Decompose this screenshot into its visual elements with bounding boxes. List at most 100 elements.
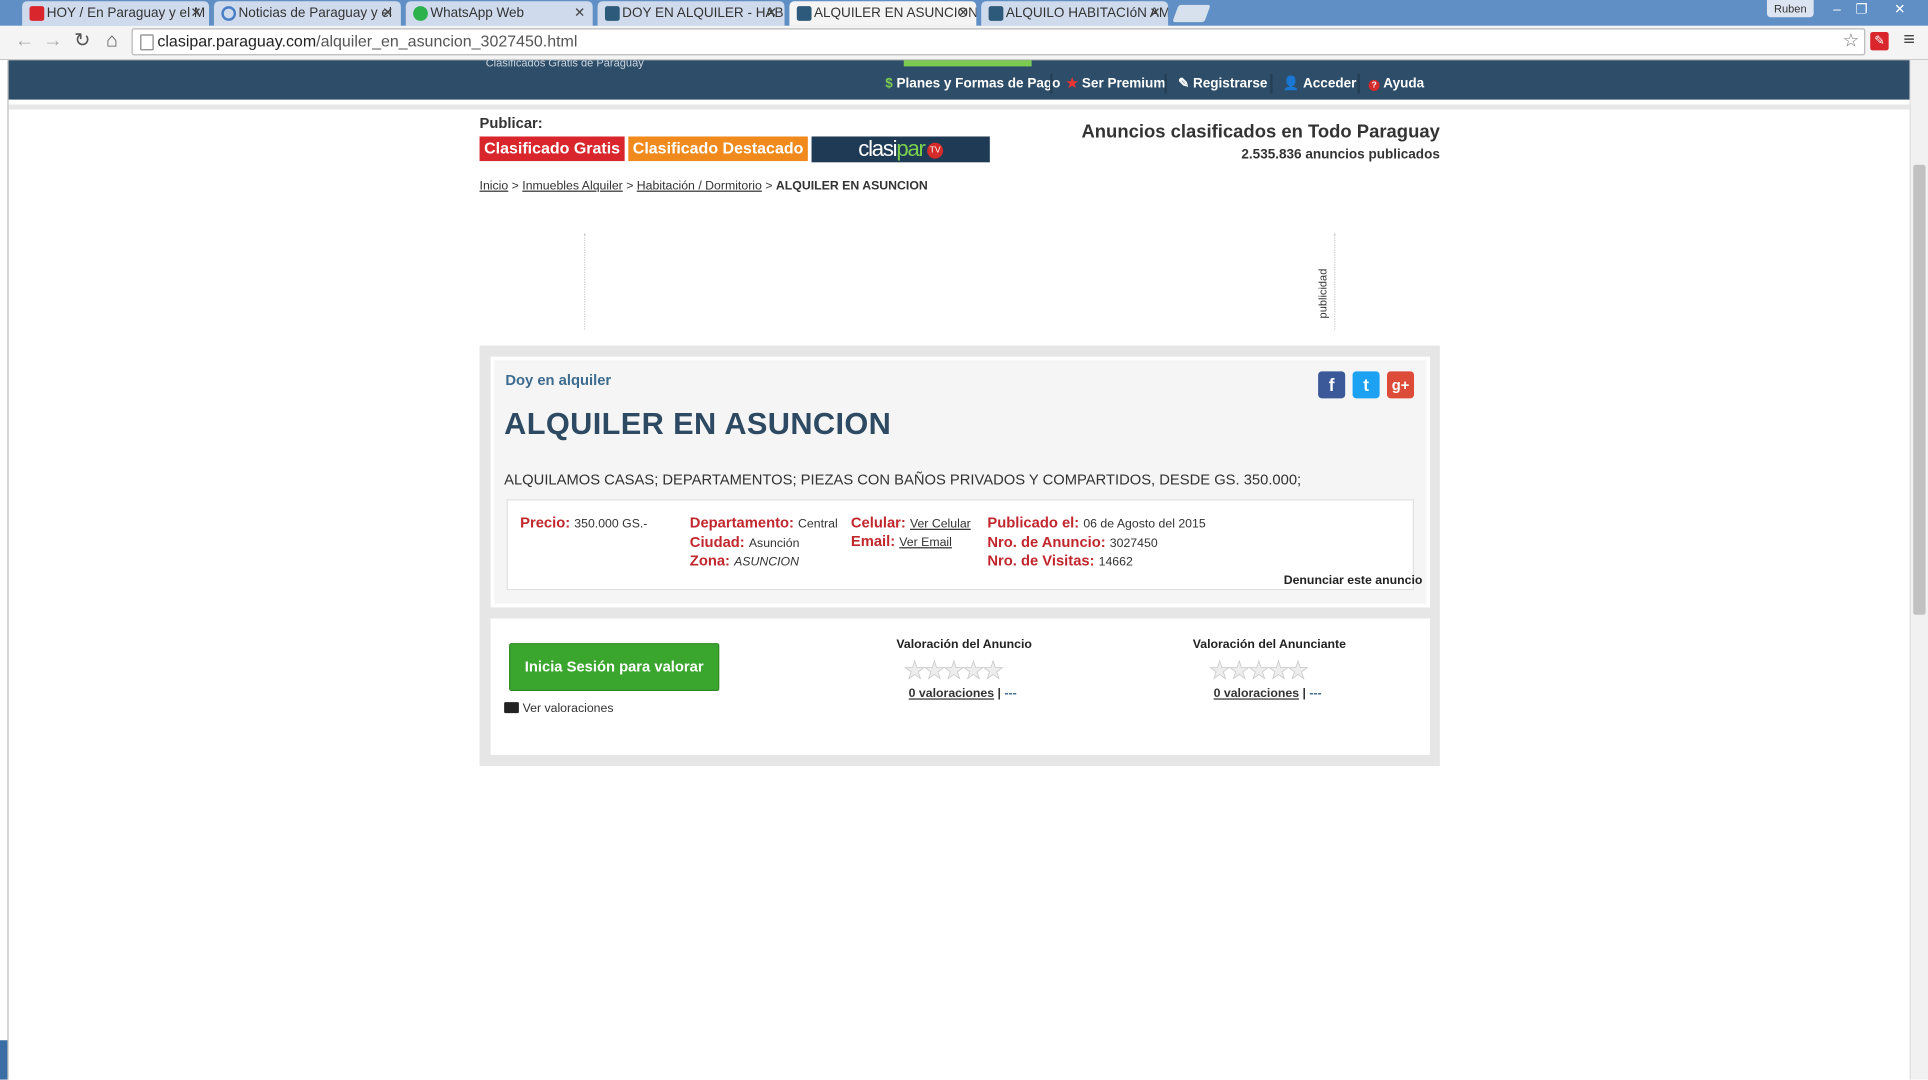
publicar-label: Publicar: xyxy=(479,114,543,132)
header-count: 2.535.836 anuncios publicados xyxy=(1241,147,1440,163)
tab-hoy[interactable]: HOY / En Paraguay y el M ✕ xyxy=(22,1,210,26)
user-icon: 👤 xyxy=(1282,76,1300,91)
breadcrumb-inmuebles[interactable]: Inmuebles Alquiler xyxy=(522,180,622,194)
anuncio-rating-title: Valoración del Anuncio xyxy=(896,638,1032,652)
login-to-rate-button[interactable]: Inicia Sesión para valorar xyxy=(509,643,720,692)
clasipar-icon xyxy=(988,6,1004,21)
close-icon[interactable]: ✕ xyxy=(574,1,585,26)
taskbar-edge xyxy=(0,1040,8,1080)
ver-celular-link[interactable]: Ver Celular xyxy=(910,518,971,532)
clasipar-tv-logo[interactable]: clasipar TV xyxy=(811,136,990,163)
precio-value: 350.000 GS.- xyxy=(574,517,648,532)
breadcrumb-sep: > xyxy=(511,179,519,194)
zona-value: ASUNCION xyxy=(734,555,800,570)
nav-ayuda[interactable]: ? Ayuda xyxy=(1368,74,1424,94)
address-bar[interactable]: clasipar.paraguay.com/alquiler_en_asunci… xyxy=(131,28,1866,56)
restore-icon[interactable]: ❐ xyxy=(1852,0,1872,20)
extension-icon[interactable]: ✎ xyxy=(1870,31,1889,51)
clasificado-gratis-button[interactable]: Clasificado Gratis xyxy=(479,136,625,162)
nav-acceder[interactable]: 👤 Acceder xyxy=(1282,74,1356,94)
home-icon[interactable]: ⌂ xyxy=(100,30,125,55)
celular-field: Celular: Ver Celular xyxy=(851,514,971,531)
nro-anuncio-value: 3027450 xyxy=(1109,537,1158,551)
nav-separator xyxy=(1270,73,1273,94)
nav-planes[interactable]: $ Planes y Formas de Pago xyxy=(885,74,1060,94)
precio-field: Precio: 350.000 GS.- xyxy=(520,514,647,531)
visitas-value: 14662 xyxy=(1098,555,1133,570)
departamento-value: Central xyxy=(798,517,838,532)
nav-registrarse[interactable]: ✎ Registrarse xyxy=(1178,74,1267,94)
visitas-field: Nro. de Visitas: 14662 xyxy=(987,552,1132,569)
reload-icon[interactable]: ↻ xyxy=(70,30,95,55)
nav-registrarse-label: Registrarse xyxy=(1192,76,1268,91)
anunciante-rating-dash: --- xyxy=(1309,687,1322,701)
close-window-icon[interactable]: ✕ xyxy=(1881,0,1918,20)
tab-alquiler-asuncion[interactable]: ALQUILER EN ASUNCION ✕ xyxy=(789,1,977,26)
breadcrumb-inicio[interactable]: Inicio xyxy=(480,180,509,194)
ver-valoraciones-label: Ver valoraciones xyxy=(522,702,614,716)
clasipar-icon xyxy=(604,6,620,21)
page-viewport: Clasificados Gratis de Paraguay $ Planes … xyxy=(0,57,1928,1080)
vertical-scrollbar[interactable] xyxy=(1909,60,1928,1080)
denunciar-link[interactable]: Denunciar este anuncio xyxy=(1284,574,1423,588)
close-icon[interactable]: ✕ xyxy=(958,1,969,26)
tab-doy-en-alquiler[interactable]: DOY EN ALQUILER - HABI ✕ xyxy=(597,1,785,26)
close-icon[interactable]: ✕ xyxy=(190,1,201,26)
ad-details xyxy=(506,499,1415,591)
anuncio-valoraciones-link[interactable]: 0 valoraciones xyxy=(909,687,994,701)
email-field: Email: Ver Email xyxy=(851,532,952,549)
minimize-icon[interactable]: – xyxy=(1827,0,1847,20)
ver-valoraciones-link[interactable]: Ver valoraciones xyxy=(504,702,613,716)
back-icon[interactable]: ← xyxy=(12,30,37,55)
facebook-icon[interactable]: f xyxy=(1318,371,1346,399)
tab-noticias[interactable]: Noticias de Paraguay y el ✕ xyxy=(213,1,401,26)
close-icon[interactable]: ✕ xyxy=(766,1,777,26)
page-icon xyxy=(140,34,154,51)
zona-field: Zona: ASUNCION xyxy=(690,552,799,569)
publicidad-label: publicidad xyxy=(1316,268,1330,319)
scrollbar-thumb[interactable] xyxy=(1913,164,1926,615)
ciudad-value: Asunción xyxy=(748,537,800,551)
menu-icon[interactable]: ≡ xyxy=(1903,30,1914,52)
tab-alquilo-habitacion[interactable]: ALQUILO HABITACIóN AM ✕ xyxy=(981,1,1169,26)
tab-label: WhatsApp Web xyxy=(430,6,525,21)
nav-planes-label: Planes y Formas de Pago xyxy=(896,76,1061,91)
clasificado-destacado-button[interactable]: Clasificado Destacado xyxy=(628,136,808,162)
breadcrumb-sep: > xyxy=(626,179,634,194)
ad-title: ALQUILER EN ASUNCION xyxy=(504,406,892,442)
tab-strip: HOY / En Paraguay y el M ✕ Noticias de P… xyxy=(0,0,1928,26)
publicado-label: Publicado el: xyxy=(987,513,1080,532)
nav-separator xyxy=(1357,73,1360,94)
tab-label: HOY / En Paraguay y el M xyxy=(46,6,206,21)
tab-label: DOY EN ALQUILER - HABI xyxy=(622,6,785,21)
nav-separator xyxy=(1164,73,1167,94)
ad-category[interactable]: Doy en alquiler xyxy=(505,371,611,388)
google-plus-icon[interactable]: g+ xyxy=(1386,371,1415,399)
anuncio-rating-count: 0 valoraciones | --- xyxy=(908,687,1017,701)
new-tab-button[interactable] xyxy=(1172,4,1211,23)
star-icon: ★ xyxy=(1066,76,1079,91)
anunciante-valoraciones-link[interactable]: 0 valoraciones xyxy=(1214,687,1299,701)
breadcrumb-current: ALQUILER EN ASUNCION xyxy=(775,179,928,194)
profile-button[interactable]: Ruben xyxy=(1766,0,1814,18)
dollar-icon: $ xyxy=(885,76,893,91)
anunciante-rating-count: 0 valoraciones | --- xyxy=(1213,687,1322,701)
tab-label: ALQUILER EN ASUNCION xyxy=(813,6,977,21)
ciudad-label: Ciudad: xyxy=(689,533,745,551)
twitter-icon[interactable]: t xyxy=(1352,371,1380,399)
hoy-icon xyxy=(29,6,45,21)
email-label: Email: xyxy=(850,532,896,550)
close-icon[interactable]: ✕ xyxy=(1149,1,1160,26)
ver-email-link[interactable]: Ver Email xyxy=(899,536,952,550)
tab-whatsapp[interactable]: WhatsApp Web ✕ xyxy=(405,1,593,26)
publicado-value: 06 de Agosto del 2015 xyxy=(1083,517,1206,532)
bookmark-star-icon[interactable]: ☆ xyxy=(1843,30,1860,55)
departamento-field: Departamento: Central xyxy=(690,514,838,531)
forward-icon[interactable]: → xyxy=(41,30,66,55)
breadcrumb-habitacion[interactable]: Habitación / Dormitorio xyxy=(637,180,762,194)
anuncio-rating-dash: --- xyxy=(1004,687,1017,701)
publicado-field: Publicado el: 06 de Agosto del 2015 xyxy=(987,514,1205,531)
tab-label: Noticias de Paraguay y el xyxy=(238,6,392,21)
nav-premium[interactable]: ★ Ser Premium xyxy=(1066,74,1165,94)
close-icon[interactable]: ✕ xyxy=(382,1,393,26)
